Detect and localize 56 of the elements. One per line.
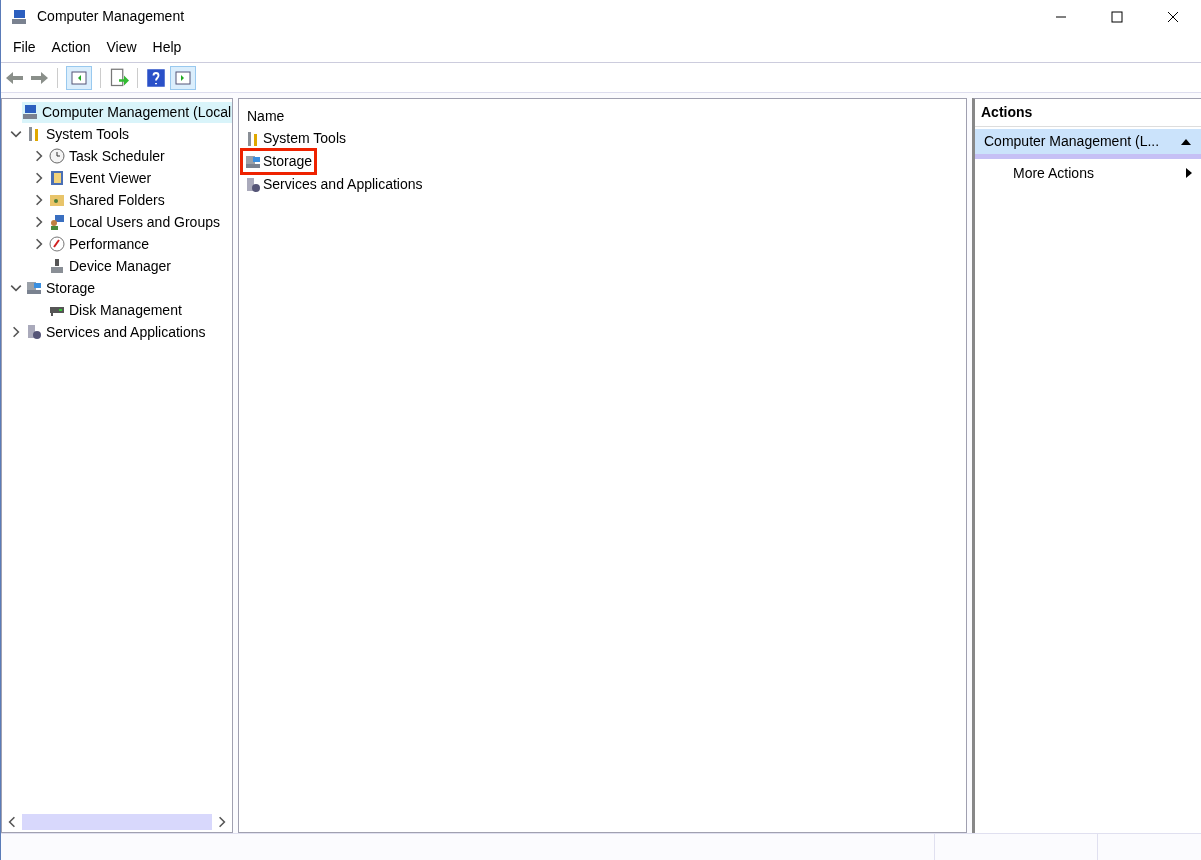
action-pane-icon xyxy=(175,69,191,86)
tree-item[interactable]: Local Users and Groups xyxy=(49,211,224,233)
list-item[interactable]: Storage xyxy=(243,151,315,172)
menu-item[interactable]: Help xyxy=(144,34,190,61)
chevron-right-icon[interactable] xyxy=(33,238,45,250)
storage-icon xyxy=(245,153,261,170)
tree-item[interactable]: Device Manager xyxy=(49,255,175,277)
list-item[interactable]: System Tools xyxy=(243,128,348,149)
help-icon[interactable] xyxy=(146,67,166,88)
tree-item[interactable]: Storage xyxy=(26,277,100,299)
services-icon xyxy=(26,324,42,340)
services-icon xyxy=(245,176,261,193)
chevron-right-icon[interactable] xyxy=(10,326,22,338)
gauge-icon xyxy=(49,236,65,252)
list-item[interactable]: Services and Applications xyxy=(243,174,425,195)
show-hide-tree-button[interactable] xyxy=(66,65,92,90)
tree-item[interactable]: Services and Applications xyxy=(26,321,210,343)
tree-item[interactable]: Computer Management (Local xyxy=(22,101,232,123)
chevron-right-icon[interactable] xyxy=(33,150,45,162)
tree-item[interactable]: Shared Folders xyxy=(49,189,169,211)
forward-arrow-icon[interactable] xyxy=(29,69,49,86)
tree-pane-icon xyxy=(71,69,87,86)
back-arrow-icon[interactable] xyxy=(5,69,25,86)
scroll-right-icon[interactable] xyxy=(216,816,228,828)
scroll-left-icon[interactable] xyxy=(6,816,18,828)
tree-item[interactable]: Performance xyxy=(49,233,154,255)
close-icon xyxy=(1167,10,1179,23)
export-list-icon[interactable] xyxy=(109,67,129,88)
column-header[interactable]: Name xyxy=(239,105,966,127)
tree-item[interactable]: System Tools xyxy=(26,123,133,145)
maximize-icon xyxy=(1111,10,1123,23)
chevron-right-icon[interactable] xyxy=(33,194,45,206)
chevron-right-icon[interactable] xyxy=(33,216,45,228)
chevron-right-icon[interactable] xyxy=(33,172,45,184)
action-item[interactable]: More Actions xyxy=(975,159,1201,187)
device-icon xyxy=(49,258,65,274)
window-title: Computer Management xyxy=(37,7,185,26)
menu-item[interactable]: Action xyxy=(43,34,99,61)
tree-item[interactable]: Task Scheduler xyxy=(49,145,169,167)
users-icon xyxy=(49,214,65,230)
collapse-triangle-icon[interactable] xyxy=(1180,137,1192,146)
menu-item[interactable]: View xyxy=(98,34,145,61)
actions-title: Actions xyxy=(975,99,1201,127)
storage-icon xyxy=(26,280,42,296)
computer-icon xyxy=(22,104,38,120)
tree-item[interactable]: Event Viewer xyxy=(49,167,156,189)
menu-item[interactable]: File xyxy=(5,34,44,61)
chevron-down-icon[interactable] xyxy=(10,128,22,140)
actions-group-header[interactable]: Computer Management (L... xyxy=(975,129,1201,159)
shared-folder-icon xyxy=(49,192,65,208)
submenu-triangle-icon xyxy=(1185,167,1193,179)
computer-icon xyxy=(11,8,27,25)
chevron-down-icon[interactable] xyxy=(10,282,22,294)
log-book-icon xyxy=(49,170,65,186)
clock-icon xyxy=(49,148,65,164)
tree-item[interactable]: Disk Management xyxy=(49,299,186,321)
